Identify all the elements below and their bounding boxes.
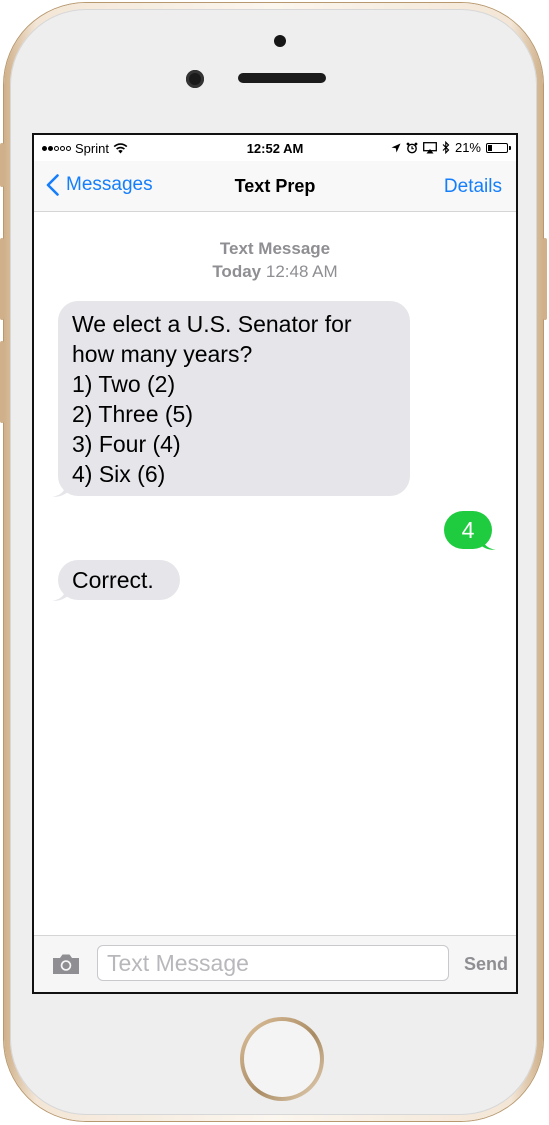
message-line: 3) Four (4) [72, 431, 181, 457]
message-line: how many years? [72, 341, 253, 367]
status-bar: Sprint 12:52 AM 21% [34, 135, 516, 161]
message-line: 1) Two (2) [72, 371, 176, 397]
airplay-icon [423, 141, 437, 153]
message-input[interactable] [97, 945, 449, 981]
alarm-clock-icon [406, 142, 418, 153]
home-button[interactable] [240, 1017, 324, 1101]
proximity-sensor [274, 35, 286, 47]
timestamp-time: 12:48 AM [265, 262, 338, 281]
compose-bar: Send [34, 935, 516, 992]
battery-level [488, 144, 492, 151]
battery-tip [509, 145, 511, 150]
thread-header: Text Message Today 12:48 AM [34, 237, 516, 283]
message-line: We elect a U.S. Senator for [72, 311, 352, 337]
message-line: 4) Six (6) [72, 461, 166, 487]
incoming-message[interactable]: Correct. [58, 560, 180, 600]
power-button [543, 238, 547, 320]
message-line: 2) Three (5) [72, 401, 194, 427]
bluetooth-icon [442, 141, 450, 154]
status-right: 21% [391, 140, 511, 155]
front-camera [186, 70, 204, 88]
volume-up-button [0, 238, 4, 320]
home-button-face [244, 1021, 320, 1097]
volume-down-button [0, 341, 4, 423]
navigation-bar: Messages Text Prep Details [34, 161, 516, 212]
mute-switch [0, 143, 4, 187]
details-button[interactable]: Details [444, 176, 502, 198]
outgoing-message[interactable]: 4 [444, 511, 492, 549]
thread-timestamp: Today 12:48 AM [34, 260, 516, 283]
battery-icon [486, 142, 511, 153]
message-type-label: Text Message [219, 239, 331, 258]
phone-screen: Sprint 12:52 AM 21% Messages Text Prep D… [32, 133, 518, 994]
incoming-message[interactable]: We elect a U.S. Senator for how many yea… [58, 301, 410, 496]
camera-icon[interactable] [50, 952, 82, 976]
location-arrow-icon [391, 143, 401, 152]
battery-percent: 21% [454, 140, 481, 155]
send-button[interactable]: Send [464, 954, 508, 975]
timestamp-day: Today [212, 262, 262, 281]
earpiece-speaker [238, 73, 326, 83]
